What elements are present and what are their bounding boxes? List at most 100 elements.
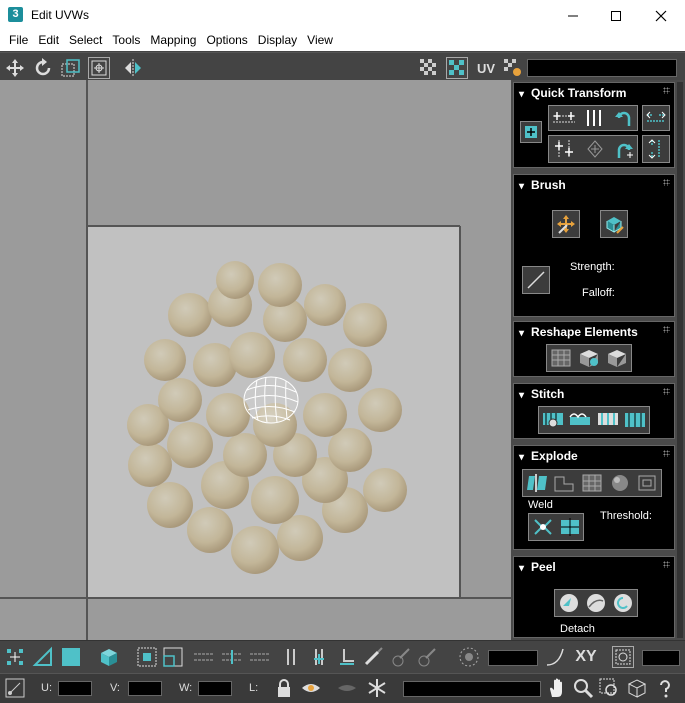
grow-selection-button[interactable] (136, 646, 158, 668)
limit-selection-button[interactable] (612, 646, 634, 668)
hide-button[interactable] (336, 677, 358, 699)
paint-select-button[interactable] (362, 646, 384, 668)
menu-options[interactable]: Options (201, 31, 252, 51)
set-pivot-button[interactable] (520, 121, 542, 143)
break-icon[interactable] (525, 472, 549, 494)
zoom-button[interactable] (572, 677, 594, 699)
weld-selected-icon[interactable] (531, 516, 555, 538)
paint-move-button[interactable] (552, 210, 580, 238)
space-vertical-button[interactable] (642, 135, 670, 163)
stitch-custom-icon[interactable] (541, 409, 565, 431)
stitch-source-icon[interactable] (568, 409, 592, 431)
edge-mode-button[interactable] (32, 646, 54, 668)
brush-curve-button[interactable] (522, 266, 550, 294)
stitch-title[interactable]: Stitch (519, 387, 564, 401)
explode-title[interactable]: Explode (519, 449, 578, 463)
peel-mode-icon[interactable] (584, 592, 608, 614)
help-button[interactable] (654, 677, 676, 699)
weld-threshold-icon[interactable] (558, 516, 582, 538)
close-button[interactable] (638, 0, 684, 31)
menu-view[interactable]: View (302, 31, 338, 51)
zoom-extents-button[interactable] (626, 677, 648, 699)
align-vertical-axis-icon[interactable] (551, 138, 577, 160)
freeform-tool-button[interactable] (88, 57, 110, 79)
brush-title[interactable]: Brush (519, 178, 566, 192)
stitch-target-icon[interactable] (623, 409, 647, 431)
select-similar-button[interactable] (336, 646, 358, 668)
rectify-icon[interactable] (605, 347, 629, 369)
peel-title[interactable]: Peel (519, 560, 556, 574)
reset-peel-icon[interactable] (611, 592, 635, 614)
loop-select-button[interactable] (308, 646, 330, 668)
menu-display[interactable]: Display (253, 31, 302, 51)
space-evenly-icon[interactable] (582, 138, 608, 160)
align-horizontal-icon[interactable] (551, 108, 577, 128)
stitch-average-icon[interactable] (596, 409, 620, 431)
lock-selection-button[interactable] (273, 677, 295, 699)
menu-file[interactable]: File (4, 31, 33, 51)
checker-pattern-button[interactable] (418, 57, 440, 79)
minimize-button[interactable] (550, 0, 596, 31)
freeze-button[interactable] (366, 677, 388, 699)
rollout-grip[interactable] (663, 561, 670, 568)
zoom-region-button[interactable] (598, 677, 620, 699)
rollout-grip[interactable] (663, 388, 670, 395)
rollout-grip[interactable] (663, 450, 670, 457)
rollout-grip[interactable] (663, 179, 670, 186)
paint-select-grow-button[interactable] (390, 646, 412, 668)
edge-loop-button[interactable] (192, 646, 214, 668)
uv-viewport[interactable] (0, 80, 511, 640)
menu-tools[interactable]: Tools (107, 31, 145, 51)
space-horizontal-button[interactable] (642, 105, 670, 131)
show-hidden-button[interactable] (300, 677, 322, 699)
menu-edit[interactable]: Edit (33, 31, 64, 51)
paint-select-shrink-button[interactable] (416, 646, 438, 668)
align-vertical-icon[interactable] (582, 108, 608, 128)
w-coordinate-input[interactable] (198, 681, 232, 696)
relax-brush-button[interactable] (600, 210, 628, 238)
falloff-type-button[interactable] (544, 646, 566, 668)
soft-selection-button[interactable] (458, 646, 480, 668)
v-coordinate-input[interactable] (128, 681, 162, 696)
point-to-point-button[interactable] (248, 646, 270, 668)
minimize-icon (568, 15, 578, 16)
menu-select[interactable]: Select (64, 31, 107, 51)
move-tool-button[interactable] (4, 57, 26, 79)
flatten-by-smoothing-icon[interactable] (580, 472, 604, 494)
move-icon (6, 59, 24, 77)
relax-icon[interactable] (577, 347, 601, 369)
rollout-grip[interactable] (663, 326, 670, 333)
u-coordinate-input[interactable] (58, 681, 92, 696)
straighten-icon[interactable] (549, 347, 573, 369)
element-mode-button[interactable] (98, 646, 120, 668)
pan-button[interactable] (546, 677, 568, 699)
rollout-grip[interactable] (663, 87, 670, 94)
flatten-custom-icon[interactable] (635, 472, 659, 494)
flatten-by-polygon-angle-icon[interactable] (552, 472, 576, 494)
panel-scrollbar[interactable] (677, 82, 683, 638)
quick-peel-icon[interactable] (557, 592, 581, 614)
shrink-selection-button[interactable] (162, 646, 184, 668)
quick-transform-title[interactable]: Quick Transform (519, 86, 626, 100)
maximize-button[interactable] (593, 0, 639, 31)
polygon-mode-button[interactable] (60, 646, 82, 668)
show-map-button[interactable] (446, 57, 468, 79)
falloff-distance-input[interactable] (488, 650, 538, 666)
scale-tool-button[interactable] (60, 57, 82, 79)
mirror-tool-button[interactable] (122, 57, 144, 79)
xy-space-label[interactable]: XY (572, 646, 600, 668)
limit-value-input[interactable] (642, 650, 680, 666)
ring-select-button[interactable] (280, 646, 302, 668)
rotate-ccw-icon[interactable] (613, 108, 635, 128)
edge-ring-button[interactable] (220, 646, 242, 668)
menu-mapping[interactable]: Mapping (145, 31, 201, 51)
texture-dropdown[interactable] (527, 59, 677, 77)
absolute-offset-button[interactable] (4, 677, 26, 699)
texture-settings-button[interactable] (502, 57, 524, 79)
rotate-tool-button[interactable] (32, 57, 54, 79)
flatten-by-material-icon[interactable] (608, 472, 632, 494)
uv-mode-label[interactable]: UV (474, 57, 498, 79)
rotate-cw-icon[interactable] (613, 138, 635, 160)
vertex-mode-button[interactable] (4, 646, 26, 668)
reshape-elements-title[interactable]: Reshape Elements (519, 325, 638, 339)
